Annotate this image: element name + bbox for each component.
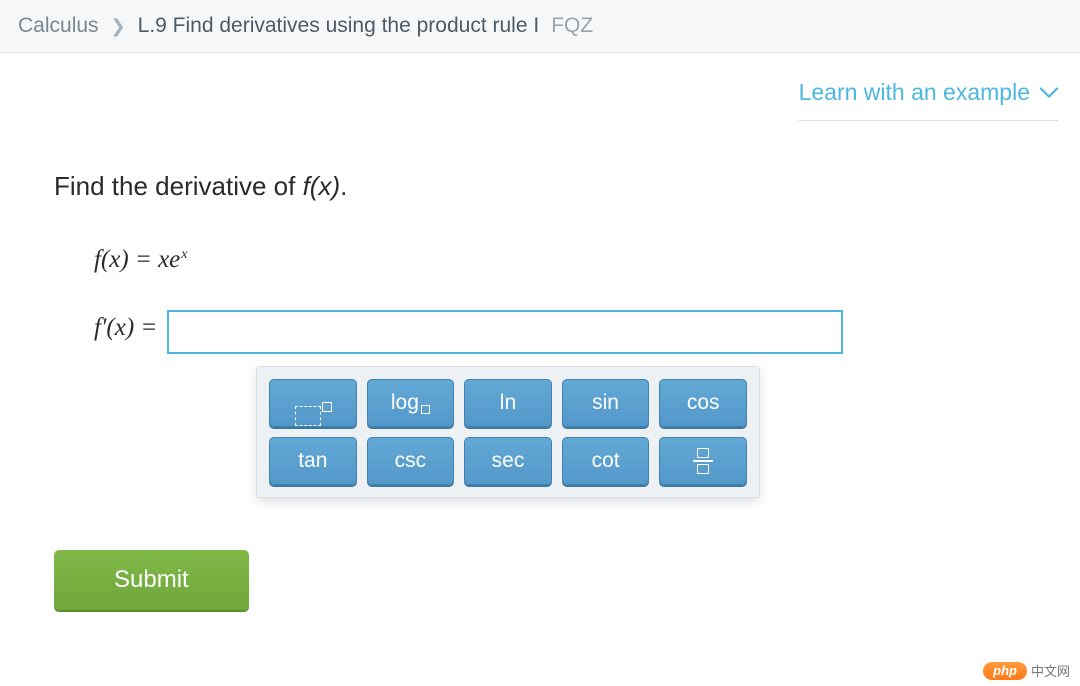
fraction-numerator-icon: [697, 448, 709, 458]
question-prompt: Find the derivative of f(x).: [54, 171, 1026, 202]
footer-brand: php 中文网: [983, 661, 1070, 680]
breadcrumb: Calculus ❯ L.9 Find derivatives using th…: [0, 0, 1080, 53]
submit-button[interactable]: Submit: [54, 550, 249, 610]
exponent-base-icon: [295, 406, 321, 426]
footer-text: 中文网: [1031, 661, 1070, 680]
learn-with-example-label: Learn with an example: [799, 79, 1030, 106]
key-log[interactable]: log: [367, 379, 455, 427]
prompt-prefix: Find the derivative of: [54, 171, 303, 201]
exponent-sup-icon: [322, 402, 332, 412]
fraction-denominator-icon: [697, 464, 709, 474]
log-subscript-icon: [421, 405, 430, 414]
chevron-right-icon: ❯: [111, 16, 126, 37]
breadcrumb-subject[interactable]: Calculus: [18, 14, 99, 38]
key-fraction[interactable]: [659, 437, 747, 485]
answer-label: f′(x) =: [94, 310, 157, 342]
fraction-bar-icon: [693, 460, 713, 462]
learn-with-example-button[interactable]: Learn with an example: [799, 79, 1058, 121]
key-exponent[interactable]: [269, 379, 357, 427]
prompt-fx: f(x): [303, 171, 341, 201]
palette-row-2: tan csc sec cot: [269, 437, 747, 485]
key-tan[interactable]: tan: [269, 437, 357, 485]
given-equation-base: f(x) = xe: [94, 246, 180, 273]
key-ln[interactable]: ln: [464, 379, 552, 427]
breadcrumb-code: FQZ: [551, 14, 593, 38]
prompt-suffix: .: [340, 171, 347, 201]
chevron-down-icon: [1040, 87, 1058, 99]
key-csc[interactable]: csc: [367, 437, 455, 485]
key-log-label: log: [391, 391, 419, 415]
given-equation-exponent: x: [181, 247, 187, 262]
php-logo: php: [983, 662, 1027, 680]
palette-row-1: log ln sin cos: [269, 379, 747, 427]
given-equation: f(x) = xex: [94, 246, 1026, 274]
math-palette: log ln sin cos tan csc sec cot: [256, 366, 760, 498]
breadcrumb-skill: L.9 Find derivatives using the product r…: [138, 14, 540, 38]
key-cot[interactable]: cot: [562, 437, 650, 485]
answer-input[interactable]: [167, 310, 843, 354]
key-sin[interactable]: sin: [562, 379, 650, 427]
key-cos[interactable]: cos: [659, 379, 747, 427]
key-sec[interactable]: sec: [464, 437, 552, 485]
